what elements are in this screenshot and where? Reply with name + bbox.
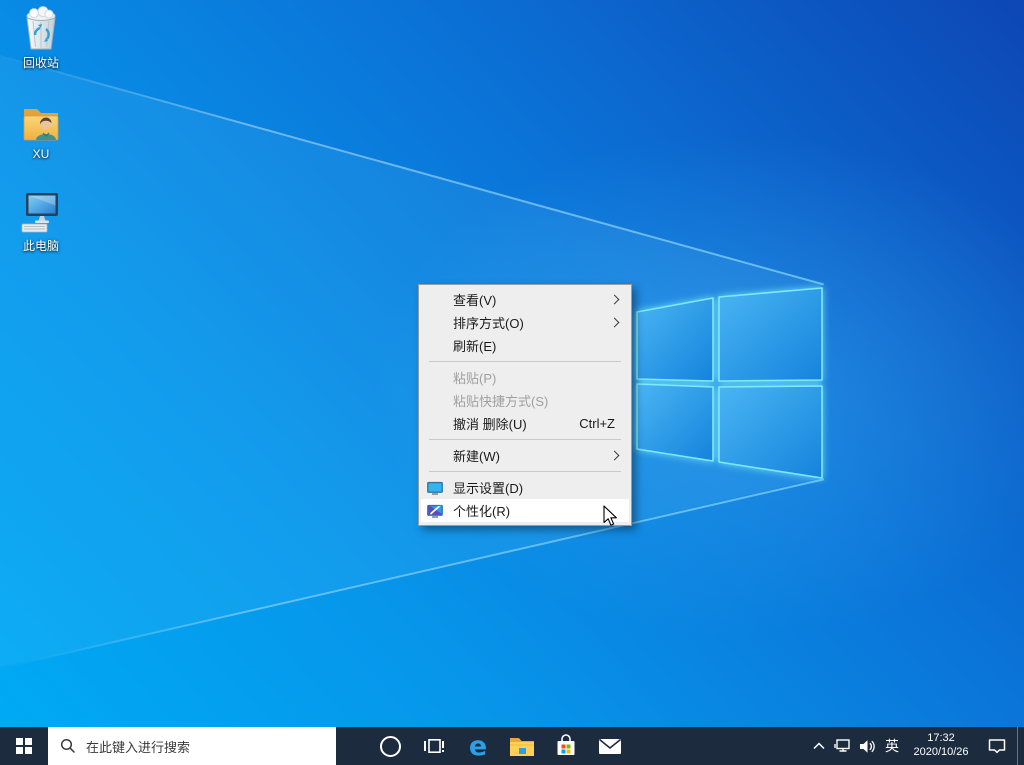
menu-item-label: 排序方式(O) xyxy=(453,313,629,332)
menu-item-label: 显示设置(D) xyxy=(453,478,629,497)
desktop-icon-label: 此电脑 xyxy=(23,237,59,254)
taskbar-app-edge[interactable]: e xyxy=(456,727,500,765)
menu-item-sort-by[interactable]: 排序方式(O) xyxy=(421,311,629,334)
taskbar-app-cortana[interactable] xyxy=(368,727,412,765)
task-view-icon xyxy=(423,737,445,755)
desktop-icon-list: 回收站 XU xyxy=(8,4,74,254)
menu-separator xyxy=(429,361,621,362)
store-icon xyxy=(554,734,578,758)
cortana-icon xyxy=(380,736,401,757)
tray-show-hidden-icons[interactable] xyxy=(807,727,831,765)
menu-item-undo-delete[interactable]: 撤消 删除(U) Ctrl+Z xyxy=(421,412,629,435)
action-center-icon xyxy=(987,737,1007,755)
taskbar-app-task-view[interactable] xyxy=(412,727,456,765)
desktop-icon-user-folder[interactable]: XU xyxy=(8,97,74,161)
menu-item-label: 粘贴快捷方式(S) xyxy=(453,391,629,410)
tray-date: 2020/10/26 xyxy=(913,746,968,760)
tray-time: 17:32 xyxy=(927,732,955,746)
tray-language-indicator[interactable]: 英 xyxy=(879,727,905,765)
desktop-context-menu: 查看(V) 排序方式(O) 刷新(E) 粘贴(P) 粘贴快捷方式(S) 撤消 删… xyxy=(418,284,632,526)
menu-item-paste[interactable]: 粘贴(P) xyxy=(421,366,629,389)
desktop-icon-label: 回收站 xyxy=(23,54,59,71)
speaker-icon xyxy=(859,739,876,754)
taskbar-app-store[interactable] xyxy=(544,727,588,765)
network-icon xyxy=(834,738,852,754)
menu-item-label: 刷新(E) xyxy=(453,336,629,355)
menu-item-refresh[interactable]: 刷新(E) xyxy=(421,334,629,357)
chevron-up-icon xyxy=(813,742,825,750)
edge-icon: e xyxy=(469,733,487,760)
taskbar-app-file-explorer[interactable] xyxy=(500,727,544,765)
menu-item-view[interactable]: 查看(V) xyxy=(421,288,629,311)
menu-item-personalize[interactable]: 个性化(R) xyxy=(421,499,629,522)
this-pc-icon xyxy=(17,187,65,235)
mail-icon xyxy=(598,737,622,756)
desktop-screen: 回收站 XU xyxy=(0,0,1024,765)
file-explorer-icon xyxy=(509,735,535,757)
menu-item-label: 查看(V) xyxy=(453,290,629,309)
desktop-icon-recycle-bin[interactable]: 回收站 xyxy=(8,4,74,71)
mouse-cursor xyxy=(603,505,619,527)
menu-item-label: 撤消 删除(U) xyxy=(453,414,579,433)
user-folder-icon xyxy=(17,97,65,145)
taskbar: 在此键入进行搜索 e xyxy=(0,727,1024,765)
menu-item-new[interactable]: 新建(W) xyxy=(421,444,629,467)
show-desktop-button[interactable] xyxy=(1017,727,1024,765)
tray-volume[interactable] xyxy=(855,727,879,765)
menu-item-label: 新建(W) xyxy=(453,446,629,465)
tray-clock[interactable]: 17:32 2020/10/26 xyxy=(905,727,977,765)
menu-separator xyxy=(429,439,621,440)
start-button[interactable] xyxy=(0,727,48,765)
menu-item-display-settings[interactable]: 显示设置(D) xyxy=(421,476,629,499)
tray-network[interactable] xyxy=(831,727,855,765)
menu-item-paste-shortcut[interactable]: 粘贴快捷方式(S) xyxy=(421,389,629,412)
menu-item-label: 粘贴(P) xyxy=(453,368,629,387)
taskbar-app-mail[interactable] xyxy=(588,727,632,765)
desktop-icon-label: XU xyxy=(33,147,50,161)
personalization-icon xyxy=(427,503,443,519)
taskbar-search-input[interactable]: 在此键入进行搜索 xyxy=(48,727,336,765)
recycle-bin-icon xyxy=(17,4,65,52)
display-settings-icon xyxy=(427,480,443,496)
desktop-icon-this-pc[interactable]: 此电脑 xyxy=(8,187,74,254)
system-tray: 英 17:32 2020/10/26 xyxy=(807,727,1024,765)
search-placeholder: 在此键入进行搜索 xyxy=(86,737,190,756)
menu-separator xyxy=(429,471,621,472)
menu-item-shortcut: Ctrl+Z xyxy=(579,416,615,431)
windows-logo-icon xyxy=(16,738,32,754)
action-center-button[interactable] xyxy=(977,727,1017,765)
search-icon xyxy=(60,738,76,754)
